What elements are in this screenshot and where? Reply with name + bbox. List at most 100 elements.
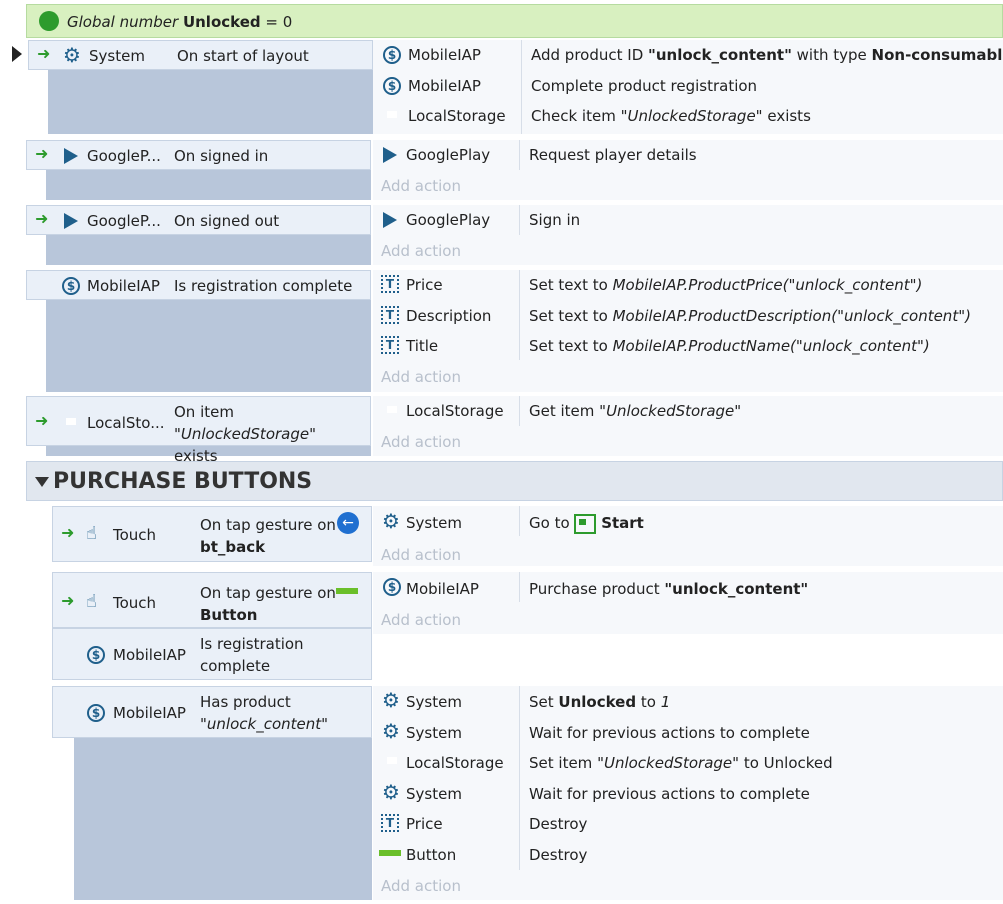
selected-event-marker-icon: [12, 46, 22, 62]
condition-row[interactable]: ➜ ☝ Touch On tap gesture on ← bt_back: [52, 506, 372, 562]
condition-row[interactable]: $ MobileIAP Is registration complete: [26, 270, 371, 300]
condition-object-name: MobileIAP: [113, 704, 186, 722]
condition-text: Is registration complete: [200, 635, 304, 675]
action-text[interactable]: Set text to MobileIAP.ProductDescription…: [529, 306, 971, 326]
action-object-name: Price: [406, 276, 443, 294]
add-action-link[interactable]: Add action: [381, 876, 461, 896]
trigger-arrow-icon: ➜: [61, 591, 75, 610]
action-text[interactable]: Sign in: [529, 210, 580, 230]
event-block-5[interactable]: ➜ LocalSto... On item "UnlockedStorage" e…: [26, 396, 1003, 465]
group-header[interactable]: PURCHASE BUTTONS: [26, 461, 1003, 501]
condition-row[interactable]: ➜ GoogleP... On signed out: [26, 205, 371, 235]
googleplay-icon: [383, 147, 397, 163]
action-object-name: Description: [406, 307, 492, 325]
action-text[interactable]: Get item "UnlockedStorage": [529, 401, 741, 421]
touch-icon: ☝: [86, 591, 97, 612]
event-block-2[interactable]: ➜ GoogleP... On signed in GooglePlay Req…: [26, 140, 1003, 200]
condition-text: On item "UnlockedStorage" exists: [174, 403, 317, 465]
action-text[interactable]: Add product ID "unlock_content" with typ…: [531, 45, 1003, 65]
event-block-8[interactable]: $ MobileIAP Has product "unlock_content" …: [52, 686, 1003, 904]
condition-object-name: MobileIAP: [87, 277, 160, 295]
mobileiap-icon: $: [87, 646, 105, 664]
event-block-1[interactable]: ➜ ⚙ System On start of layout $ MobileIA…: [28, 40, 1003, 134]
group-title: PURCHASE BUTTONS: [53, 469, 313, 494]
action-text[interactable]: Set item "UnlockedStorage" to Unlocked: [529, 753, 833, 773]
condition-text: On signed out: [174, 212, 280, 230]
action-object-name: GooglePlay: [406, 211, 491, 229]
action-text[interactable]: Purchase product "unlock_content": [529, 579, 808, 599]
condition-row[interactable]: ➜ LocalSto... On item "UnlockedStorage" e…: [26, 396, 371, 465]
action-text[interactable]: Destroy: [529, 845, 587, 865]
touch-icon: ☝: [86, 523, 97, 544]
condition-row[interactable]: $ MobileIAP Is registration complete: [52, 628, 372, 680]
event-margin: [46, 300, 371, 392]
condition-text: On start of layout: [177, 47, 309, 65]
condition-row[interactable]: ➜ ⚙ System On start of layout: [28, 40, 373, 70]
global-variable-row[interactable]: Global number Unlocked = 0: [26, 4, 1003, 38]
action-object-name: LocalStorage: [406, 402, 504, 420]
action-text[interactable]: Wait for previous actions to complete: [529, 723, 810, 743]
condition-row[interactable]: ➜ GoogleP... On signed in: [26, 140, 371, 170]
action-text[interactable]: Set Unlocked to 1: [529, 692, 670, 712]
action-text[interactable]: Set text to MobileIAP.ProductName("unloc…: [529, 336, 930, 356]
googleplay-icon: [383, 212, 397, 228]
global-variable-text: Global number Unlocked = 0: [67, 13, 293, 31]
add-action-link[interactable]: Add action: [381, 545, 461, 565]
action-text[interactable]: Destroy: [529, 814, 587, 834]
action-object-name: MobileIAP: [406, 580, 479, 598]
add-action-link[interactable]: Add action: [381, 241, 461, 261]
action-text[interactable]: Complete product registration: [531, 76, 757, 96]
event-margin: [46, 170, 371, 200]
collapse-triangle-icon: [35, 477, 49, 487]
text-object-icon: T: [381, 814, 399, 832]
condition-object-name: GoogleP...: [87, 212, 161, 230]
event-block-6[interactable]: ➜ ☝ Touch On tap gesture on ← bt_back ⚙ …: [52, 506, 1003, 566]
column-divider: [519, 270, 520, 360]
trigger-arrow-icon: ➜: [37, 44, 51, 63]
column-divider: [519, 140, 520, 170]
action-list: ⚙ System Set Unlocked to 1 ⚙ System Wait…: [373, 686, 1003, 900]
condition-object-target: Button: [200, 606, 258, 624]
action-object-name: Button: [406, 846, 457, 864]
trigger-arrow-icon: ➜: [35, 144, 49, 163]
event-block-7[interactable]: ➜ ☝ Touch On tap gesture on Button $ Mob…: [52, 572, 1003, 680]
action-text[interactable]: Check item "UnlockedStorage" exists: [531, 106, 811, 126]
action-object-name: LocalStorage: [408, 107, 506, 125]
condition-row[interactable]: $ MobileIAP Has product "unlock_content": [52, 686, 372, 738]
column-divider: [519, 572, 520, 602]
condition-object-name: GoogleP...: [87, 147, 161, 165]
action-text[interactable]: Request player details: [529, 145, 697, 165]
action-object-name: Price: [406, 815, 443, 833]
add-action-link[interactable]: Add action: [381, 610, 461, 630]
column-divider: [519, 205, 520, 235]
back-arrow-icon: ←: [337, 512, 359, 534]
add-action-link[interactable]: Add action: [381, 367, 461, 387]
gear-icon: ⚙: [382, 719, 400, 743]
add-action-link[interactable]: Add action: [381, 432, 461, 452]
condition-row[interactable]: ➜ ☝ Touch On tap gesture on Button: [52, 572, 372, 628]
text-object-icon: T: [381, 336, 399, 354]
action-object-name: System: [406, 724, 462, 742]
condition-object-name: LocalSto...: [87, 414, 165, 432]
column-divider: [519, 686, 520, 870]
action-list: LocalStorage Get item "UnlockedStorage" …: [373, 396, 1003, 456]
event-block-3[interactable]: ➜ GoogleP... On signed out GooglePlay Si…: [26, 205, 1003, 265]
event-block-4[interactable]: $ MobileIAP Is registration complete T P…: [26, 270, 1003, 392]
action-text[interactable]: Set text to MobileIAP.ProductPrice("unlo…: [529, 275, 922, 295]
gear-icon: ⚙: [63, 43, 81, 67]
action-list: $ MobileIAP Purchase product "unlock_con…: [373, 572, 1003, 634]
action-text[interactable]: Go to Start: [529, 513, 644, 534]
condition-object-name: System: [89, 47, 145, 65]
column-divider: [521, 40, 522, 134]
action-text[interactable]: Wait for previous actions to complete: [529, 784, 810, 804]
condition-text: On tap gesture on: [200, 584, 336, 602]
layout-icon: [574, 513, 597, 534]
mobileiap-icon: $: [383, 77, 401, 95]
mobileiap-icon: $: [383, 46, 401, 64]
mobileiap-icon: $: [62, 277, 80, 295]
condition-text: Is registration complete: [174, 277, 353, 295]
gear-icon: ⚙: [382, 509, 400, 533]
text-object-icon: T: [381, 275, 399, 293]
add-action-link[interactable]: Add action: [381, 176, 461, 196]
trigger-arrow-icon: ➜: [61, 523, 75, 542]
